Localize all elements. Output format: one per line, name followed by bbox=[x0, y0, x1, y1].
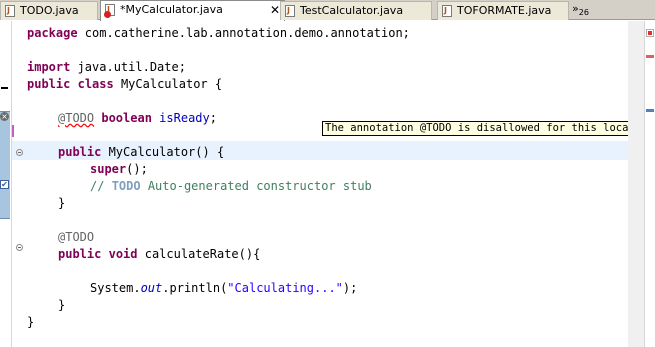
vertical-ruler: × ✔ bbox=[0, 21, 12, 347]
fold-toggle-icon[interactable] bbox=[16, 244, 23, 251]
code-line: public class MyCalculator { bbox=[27, 77, 223, 91]
code-line: public void calculateRate(){ bbox=[58, 247, 261, 261]
tab-overflow-button[interactable]: »26 bbox=[572, 0, 589, 22]
java-file-icon: J bbox=[5, 5, 15, 17]
code-line: @TODO boolean isReady; bbox=[58, 111, 217, 125]
tab-label: TestCalculator.java bbox=[300, 4, 404, 17]
task-icon[interactable]: ✔ bbox=[0, 180, 9, 189]
tab-label: TODO.java bbox=[20, 4, 79, 17]
editor-tab-bar: J TODO.java J *MyCalculator.java ✕ J Tes… bbox=[0, 0, 655, 22]
java-file-icon: J bbox=[442, 5, 452, 17]
java-file-error-icon: J bbox=[104, 4, 115, 18]
close-icon[interactable]: ✕ bbox=[270, 1, 280, 19]
tab-toformate-java[interactable]: J TOFORMATE.java bbox=[437, 1, 569, 20]
error-tooltip: The annotation @TODO is disallowed for t… bbox=[322, 121, 639, 136]
error-marker[interactable] bbox=[646, 55, 654, 58]
tab-label: TOFORMATE.java bbox=[457, 4, 552, 17]
code-line: } bbox=[58, 196, 66, 210]
range-indicator bbox=[0, 111, 10, 219]
overview-ruler[interactable] bbox=[644, 21, 655, 347]
code-line: } bbox=[58, 298, 66, 312]
change-marker bbox=[12, 125, 14, 137]
chevron-icon: » bbox=[572, 2, 579, 15]
tab-testcalculator-java[interactable]: J TestCalculator.java bbox=[280, 1, 432, 20]
collapse-marker-icon[interactable] bbox=[0, 83, 10, 93]
code-line: super(); bbox=[90, 162, 148, 176]
code-line: public MyCalculator() { bbox=[58, 145, 225, 159]
fold-toggle-icon[interactable] bbox=[16, 149, 23, 156]
tab-todo-java[interactable]: J TODO.java bbox=[0, 1, 98, 20]
code-line: } bbox=[27, 315, 35, 329]
java-file-icon: J bbox=[285, 5, 295, 17]
overflow-count: 26 bbox=[578, 8, 589, 18]
tab-label: *MyCalculator.java bbox=[120, 3, 223, 16]
code-line: package com.catherine.lab.annotation.dem… bbox=[27, 26, 410, 40]
code-line: import java.util.Date; bbox=[27, 60, 186, 74]
tab-mycalculator-java[interactable]: J *MyCalculator.java ✕ bbox=[100, 0, 285, 21]
overview-error-indicator[interactable] bbox=[646, 29, 654, 37]
task-marker[interactable] bbox=[646, 109, 654, 112]
code-line: @TODO bbox=[58, 230, 95, 244]
code-line: System.out.println("Calculating..."); bbox=[90, 281, 358, 295]
error-icon[interactable]: × bbox=[0, 112, 9, 121]
code-line: // TODO Auto-generated constructor stub bbox=[90, 179, 372, 193]
annotation-error[interactable]: @TODO bbox=[58, 111, 94, 125]
